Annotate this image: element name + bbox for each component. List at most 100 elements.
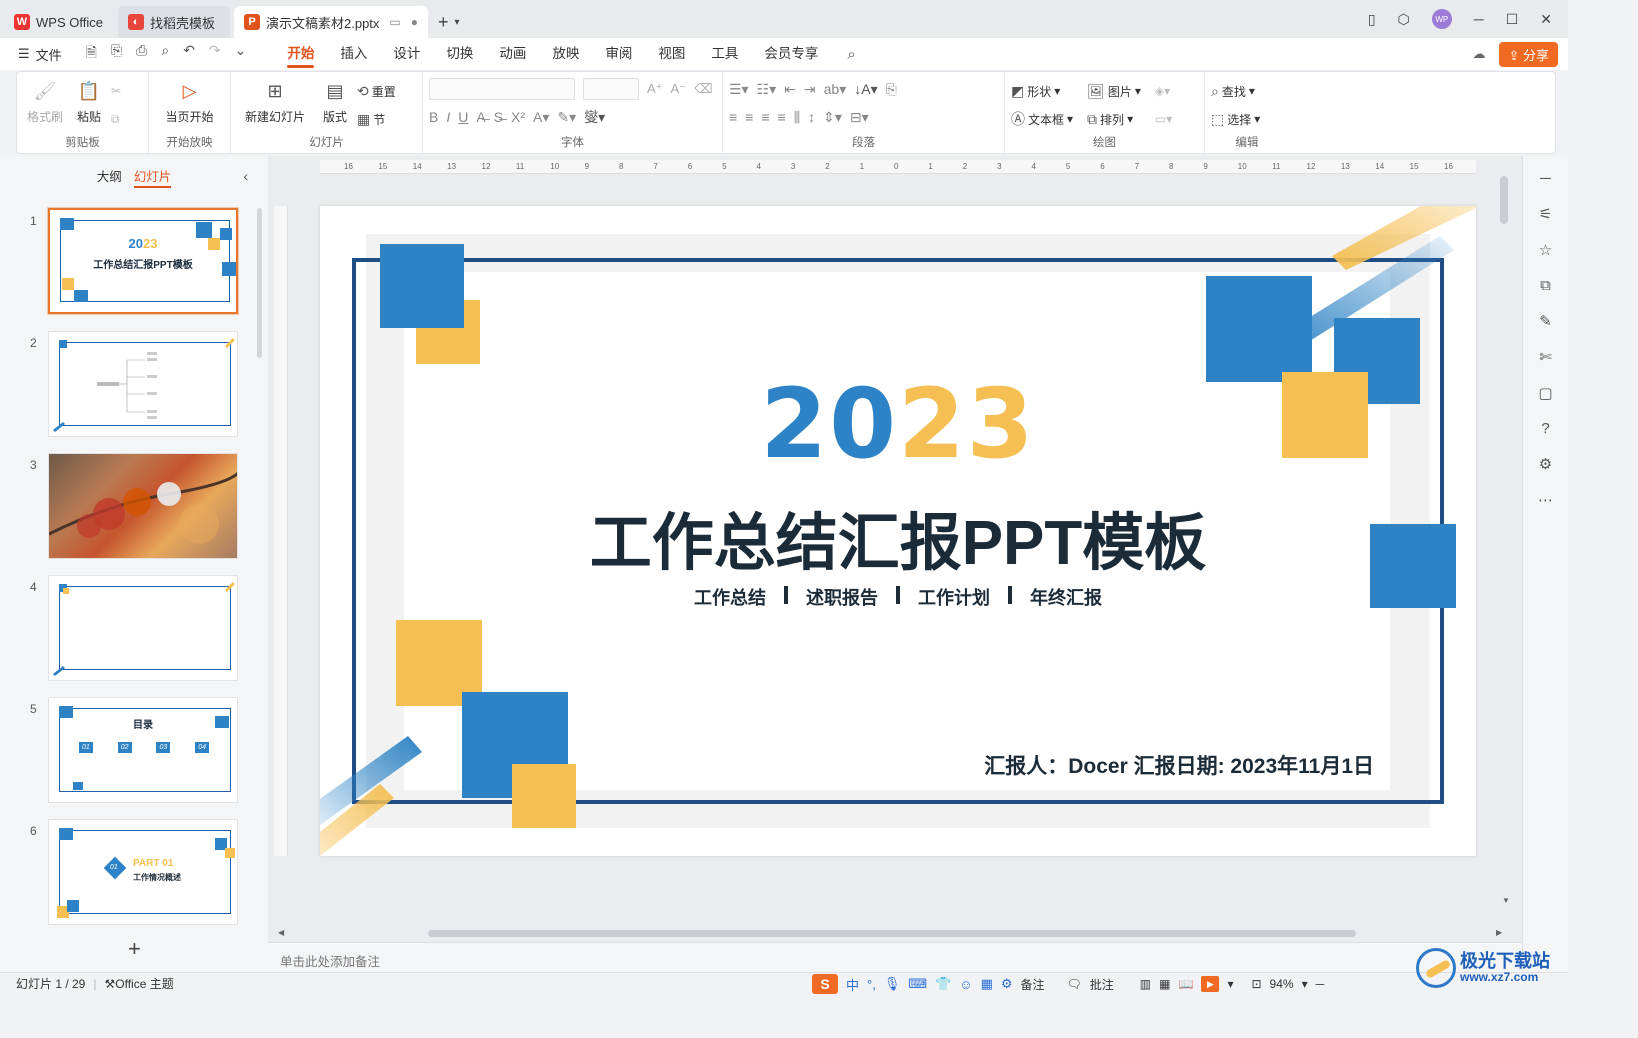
line-spacing-icon[interactable]: ↕: [808, 109, 815, 125]
close-button[interactable]: ✕: [1540, 11, 1552, 28]
book-icon[interactable]: ▢: [1538, 384, 1552, 402]
slide-thumbnail-3[interactable]: [48, 453, 238, 559]
search-icon[interactable]: ⌕: [847, 46, 855, 63]
notes-toggle[interactable]: 备注: [1021, 976, 1045, 993]
shirt-icon[interactable]: 👕: [935, 976, 951, 992]
more-icon[interactable]: ⋯: [1538, 491, 1553, 509]
strikethrough-icon[interactable]: A̶: [476, 109, 485, 125]
phonetic-icon[interactable]: 燮▾: [584, 107, 605, 127]
layout-icon[interactable]: ▯: [1368, 11, 1376, 28]
bullet-list-icon[interactable]: ☰▾: [729, 81, 749, 98]
chevron-left-icon[interactable]: ‹: [243, 168, 248, 184]
tab-wps-office[interactable]: W WPS Office: [4, 6, 114, 38]
undo-icon[interactable]: ↶: [183, 42, 195, 66]
help-icon[interactable]: ?: [1541, 420, 1549, 437]
file-menu-button[interactable]: ☰ 文件: [8, 45, 72, 64]
slide-title[interactable]: 工作总结汇报PPT模板: [320, 492, 1476, 582]
minimize-button[interactable]: ─: [1474, 11, 1484, 27]
superscript-icon[interactable]: X²: [511, 109, 525, 125]
microphone-icon[interactable]: 🎙: [884, 976, 901, 992]
convert-icon[interactable]: ⎘: [886, 81, 897, 98]
align-left-icon[interactable]: ≡: [729, 109, 737, 125]
font-size-select[interactable]: [583, 78, 639, 100]
scroll-left-icon[interactable]: ◀: [278, 928, 284, 937]
notes-area[interactable]: 单击此处添加备注: [268, 942, 1522, 972]
justify-icon[interactable]: ≡: [778, 109, 786, 125]
font-family-select[interactable]: [429, 78, 575, 100]
slide-thumbnail-4[interactable]: [48, 575, 238, 681]
star-icon[interactable]: ☆: [1539, 241, 1552, 259]
tab-slideshow[interactable]: 放映: [539, 38, 592, 70]
increase-indent-icon[interactable]: ⇥: [804, 81, 816, 98]
share-button[interactable]: ⇪ 分享: [1499, 41, 1558, 67]
tab-home[interactable]: 开始: [274, 38, 327, 70]
slide-year[interactable]: 2023: [320, 368, 1476, 480]
tab-view[interactable]: 视图: [645, 38, 698, 70]
select-button[interactable]: ⬚ 选择 ▾: [1211, 108, 1260, 130]
outline-icon[interactable]: ▭▾: [1155, 108, 1172, 130]
copy-pages-icon[interactable]: ⧉: [1540, 277, 1551, 294]
reading-view-icon[interactable]: 📖: [1178, 977, 1193, 991]
italic-icon[interactable]: I: [446, 109, 450, 125]
ime-language[interactable]: 中: [846, 975, 859, 994]
ime-logo-icon[interactable]: S: [812, 974, 838, 994]
fit-window-icon[interactable]: ⊡: [1251, 977, 1261, 991]
textbox-button[interactable]: Ⓐ 文本框 ▾: [1011, 108, 1073, 130]
underline-icon[interactable]: U: [458, 109, 468, 125]
align-text-icon[interactable]: ⊟▾: [850, 109, 869, 126]
collapse-icon[interactable]: ─: [1540, 170, 1551, 187]
numbered-list-icon[interactable]: ☷▾: [757, 81, 777, 98]
tab-transition[interactable]: 切换: [433, 38, 486, 70]
link-icon[interactable]: ⎘: [111, 42, 122, 66]
tab-outline[interactable]: 大纲: [97, 166, 122, 188]
tab-docer-templates[interactable]: ◐ 找稻壳模板: [118, 6, 230, 38]
tab-presentation-file[interactable]: P 演示文稿素材2.pptx ▭ ●: [234, 6, 428, 38]
font-shrink-icon[interactable]: A⁻: [671, 81, 687, 97]
section-button[interactable]: ▦ 节: [357, 108, 396, 130]
normal-view-icon[interactable]: ▥: [1140, 977, 1151, 991]
scroll-down-icon[interactable]: ▼: [1502, 896, 1510, 905]
strike-s-icon[interactable]: S̶: [494, 109, 503, 125]
add-slide-button[interactable]: +: [128, 936, 141, 962]
horizontal-scrollbar[interactable]: [428, 930, 1356, 937]
slide-subtitle[interactable]: 工作总结 述职报告 工作计划 年终汇报: [320, 584, 1476, 610]
copy-icon[interactable]: ⧉: [111, 108, 121, 130]
screen-icon[interactable]: ▭: [389, 15, 400, 29]
text-direction-icon[interactable]: ab▾: [824, 81, 847, 98]
plugin-icon[interactable]: ⚙: [1539, 455, 1552, 473]
punctuation-icon[interactable]: °,: [867, 977, 876, 992]
tab-insert[interactable]: 插入: [327, 38, 380, 70]
bold-icon[interactable]: B: [429, 109, 438, 125]
play-icon[interactable]: ▶: [1201, 976, 1220, 992]
redo-icon[interactable]: ↷: [209, 42, 221, 66]
picture-button[interactable]: 🖼 图片 ▾: [1087, 80, 1141, 102]
decrease-indent-icon[interactable]: ⇤: [784, 81, 796, 98]
columns-icon[interactable]: ⫼: [794, 109, 800, 126]
find-button[interactable]: ⌕ 查找 ▾: [1211, 80, 1260, 102]
scroll-right-icon[interactable]: ▶: [1496, 928, 1502, 937]
emoji-icon[interactable]: ☺: [959, 977, 972, 992]
align-center-icon[interactable]: ≡: [745, 109, 753, 125]
slide-thumbnail-6[interactable]: 01 PART 01 工作情况概述: [48, 819, 238, 925]
main-slide[interactable]: 2023 工作总结汇报PPT模板 工作总结 述职报告 工作计划 年终汇报 汇报人…: [320, 206, 1476, 856]
tab-animation[interactable]: 动画: [486, 38, 539, 70]
shape-button[interactable]: ◩ 形状 ▾: [1011, 80, 1073, 102]
tab-review[interactable]: 审阅: [592, 38, 645, 70]
print-icon[interactable]: ⎙: [136, 42, 147, 66]
settings-icon[interactable]: ⚙: [1001, 976, 1013, 992]
maximize-button[interactable]: ☐: [1506, 11, 1519, 28]
font-grow-icon[interactable]: A⁺: [647, 81, 663, 97]
chevron-down-icon[interactable]: ▾: [1302, 977, 1308, 991]
print-preview-icon[interactable]: ⌕: [161, 42, 169, 66]
slide-thumbnail-2[interactable]: [48, 331, 238, 437]
chevron-down-icon[interactable]: ▾: [1227, 977, 1233, 991]
highlight-icon[interactable]: ✎▾: [557, 109, 576, 126]
align-right-icon[interactable]: ≡: [761, 109, 769, 125]
tools-icon[interactable]: ✄: [1539, 348, 1552, 366]
save-icon[interactable]: 🗎: [86, 42, 97, 66]
zoom-level[interactable]: 94%: [1270, 977, 1294, 991]
cube-icon[interactable]: ⬡: [1398, 11, 1410, 28]
theme-label[interactable]: Office 主题: [115, 975, 173, 992]
tab-tools[interactable]: 工具: [698, 38, 751, 70]
zoom-out-icon[interactable]: ─: [1316, 977, 1325, 991]
